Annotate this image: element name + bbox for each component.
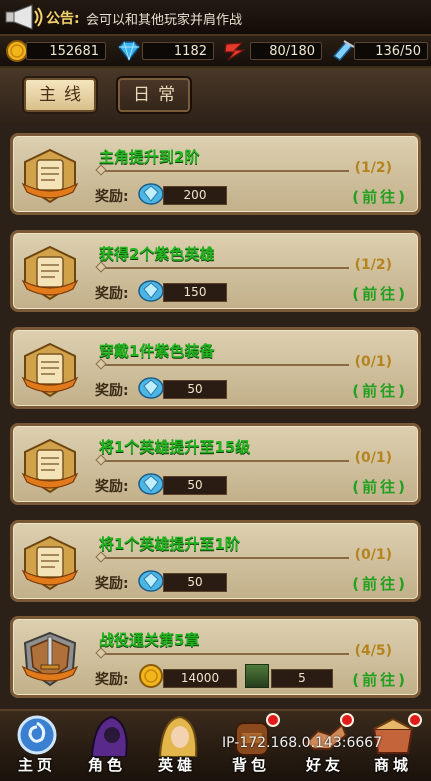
- reward-label: 奖励:: [95, 479, 129, 495]
- tab-strip: 主线 日常: [0, 68, 431, 123]
- gold-value: 152681: [26, 42, 106, 60]
- reward-label: 奖励:: [95, 672, 129, 688]
- nav-label: 英雄: [157, 756, 196, 774]
- notice-label: 公告:: [46, 11, 80, 27]
- quest-title: 主角提升到2阶: [99, 148, 200, 166]
- quest-progress: (1/2): [354, 257, 392, 273]
- gem-icon: [138, 377, 164, 399]
- reward-gem-amount: 200: [163, 186, 227, 205]
- reward-gem-amount: 50: [163, 380, 227, 399]
- megaphone-icon: [5, 4, 43, 30]
- reward-label: 奖励:: [95, 576, 129, 592]
- quest-progress: (4/5): [354, 643, 392, 659]
- hero-icon: [158, 715, 198, 757]
- ip-overlay-text: IP-172.168.0.143:6667: [222, 735, 383, 751]
- nav-label: 好友: [305, 756, 344, 774]
- scroll-badge-icon: [21, 148, 79, 204]
- gem-icon: [138, 473, 164, 495]
- quest-divider: [99, 653, 349, 655]
- energy-value: 136/50: [354, 42, 428, 60]
- diamond-value: 1182: [142, 42, 214, 60]
- quest-divider: [99, 557, 349, 559]
- quest-progress: (0/1): [354, 547, 392, 563]
- reward-label: 奖励:: [95, 383, 129, 399]
- character-icon: [90, 715, 128, 757]
- energy-resource[interactable]: 136/50: [330, 40, 430, 62]
- reward-gem-amount: 150: [163, 283, 227, 302]
- scroll-badge-icon: [21, 438, 79, 494]
- gem-icon: [138, 183, 164, 205]
- quest-card: 穿戴1件紫色装备 奖励: 50 (0/1) (前往): [10, 327, 421, 409]
- quest-card: 获得2个紫色英雄 奖励: 150 (1/2) (前往): [10, 230, 421, 312]
- goto-button[interactable]: (前往): [352, 573, 408, 594]
- tab-main-quest[interactable]: 主线: [24, 78, 96, 112]
- quest-divider: [99, 267, 349, 269]
- quest-title: 获得2个紫色英雄: [99, 245, 215, 263]
- quest-card: 将1个英雄提升至15级 奖励: 50 (0/1) (前往): [10, 423, 421, 505]
- resource-bar: 152681 1182 80/180 136/50: [0, 36, 431, 68]
- stamina-resource[interactable]: 80/180: [222, 40, 322, 62]
- gem-icon: [138, 280, 164, 302]
- quest-list[interactable]: 主角提升到2阶 奖励: 200 (1/2) (前往) 获得2个紫色英雄 奖励: …: [0, 123, 431, 709]
- notice-bar[interactable]: 公告: 会可以和其他玩家并肩作战: [0, 0, 431, 36]
- home-portal-icon: [17, 715, 57, 755]
- quest-divider: [99, 364, 349, 366]
- goto-button[interactable]: (前往): [352, 283, 408, 304]
- nav-label: 商城: [373, 756, 412, 774]
- sword-shield-icon: [21, 631, 79, 687]
- nav-label: 角色: [87, 756, 126, 774]
- campaign-quest-card: 战役通关第5章 奖励: 14000 5 (4/5) (前往): [10, 616, 421, 698]
- quest-divider: [99, 460, 349, 462]
- nav-heroes[interactable]: 英雄: [146, 711, 208, 781]
- quest-title: 将1个英雄提升至15级: [99, 438, 251, 456]
- material-item-icon: [245, 664, 269, 688]
- notification-dot: [340, 713, 354, 727]
- scroll-badge-icon: [21, 535, 79, 591]
- gold-resource[interactable]: 152681: [6, 40, 110, 62]
- nav-character[interactable]: 角色: [76, 711, 138, 781]
- quest-title: 将1个英雄提升至1阶: [99, 535, 240, 553]
- reward-gem-amount: 50: [163, 573, 227, 592]
- reward-item-amount: 5: [271, 669, 333, 688]
- quest-card: 主角提升到2阶 奖励: 200 (1/2) (前往): [10, 133, 421, 215]
- scroll-badge-icon: [21, 342, 79, 398]
- notification-dot: [408, 713, 422, 727]
- goto-button[interactable]: (前往): [352, 186, 408, 207]
- stamina-icon: [224, 42, 247, 61]
- nav-home[interactable]: 主页: [6, 711, 68, 781]
- tab-daily[interactable]: 日常: [118, 78, 190, 112]
- scroll-badge-icon: [21, 245, 79, 301]
- nav-label: 背包: [231, 756, 270, 774]
- diamond-icon: [118, 41, 140, 62]
- goto-button[interactable]: (前往): [352, 380, 408, 401]
- diamond-resource[interactable]: 1182: [116, 40, 216, 62]
- quest-title: 穿戴1件紫色装备: [99, 342, 215, 360]
- reward-label: 奖励:: [95, 189, 129, 205]
- reward-gold-amount: 14000: [163, 669, 237, 688]
- notice-text: 会可以和其他玩家并肩作战: [86, 13, 243, 28]
- quest-progress: (0/1): [354, 450, 392, 466]
- gem-icon: [138, 570, 164, 592]
- potion-icon: [332, 40, 355, 61]
- quest-divider: [99, 170, 349, 172]
- quest-progress: (1/2): [354, 160, 392, 176]
- nav-label: 主页: [17, 756, 56, 774]
- notification-dot: [266, 713, 280, 727]
- goto-button[interactable]: (前往): [352, 476, 408, 497]
- goto-button[interactable]: (前往): [352, 669, 408, 690]
- quest-title: 战役通关第5章: [99, 631, 200, 649]
- reward-gem-amount: 50: [163, 476, 227, 495]
- quest-progress: (0/1): [354, 354, 392, 370]
- quest-card: 将1个英雄提升至1阶 奖励: 50 (0/1) (前往): [10, 520, 421, 602]
- stamina-value: 80/180: [250, 42, 322, 60]
- reward-label: 奖励:: [95, 286, 129, 302]
- gold-coin-icon: [139, 664, 163, 688]
